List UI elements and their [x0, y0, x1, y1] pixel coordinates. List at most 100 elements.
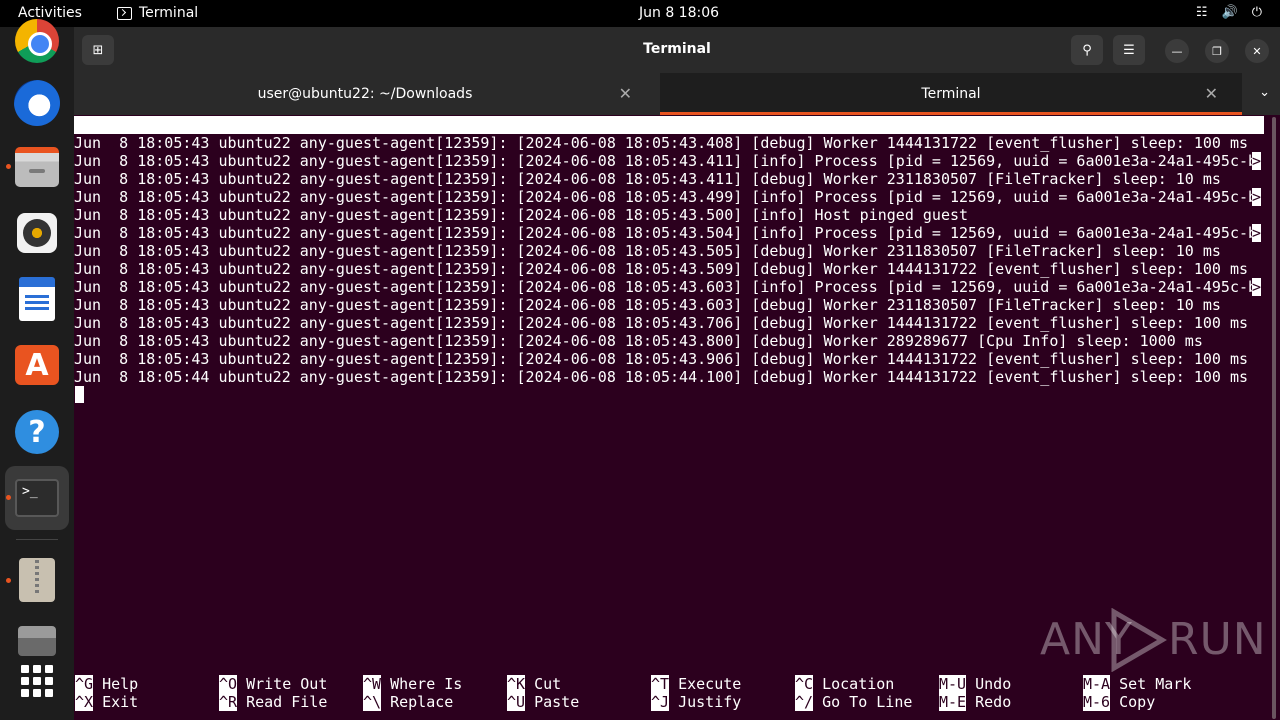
help-icon: ? [15, 410, 59, 454]
log-line-text: Jun 8 18:05:43 ubuntu22 any-guest-agent[… [74, 242, 1221, 260]
dock-item-help[interactable]: ? [13, 408, 61, 456]
title-bar: ⊞ Terminal ⚲ ☰ — ❐ ✕ [74, 27, 1280, 73]
log-line: Jun 8 18:05:43 ubuntu22 any-guest-agent[… [74, 188, 1264, 206]
log-line-text: Jun 8 18:05:43 ubuntu22 any-guest-agent[… [74, 206, 969, 224]
terminal-app-icon [117, 6, 132, 20]
dock-item-archive[interactable] [13, 556, 61, 604]
log-line: Jun 8 18:05:43 ubuntu22 any-guest-agent[… [74, 242, 1264, 260]
running-indicator [6, 164, 11, 169]
shortcut-item[interactable]: ^O Write Out [219, 675, 327, 693]
power-icon: ⏻ [1251, 5, 1262, 20]
dock-item-chrome[interactable] [13, 17, 61, 65]
play-logo-icon [1111, 608, 1167, 672]
shortcut-item[interactable]: ^X Exit [75, 693, 138, 711]
shortcut-item[interactable]: ^K Cut [507, 675, 561, 693]
close-icon: ✕ [1252, 44, 1262, 58]
shortcut-label: Redo [975, 693, 1012, 711]
log-content[interactable]: Jun 8 18:05:43 ubuntu22 any-guest-agent[… [74, 134, 1264, 386]
shortcut-label: Where Is [390, 675, 463, 693]
system-tray[interactable]: ☷ 🔊 ⏻ [1196, 5, 1262, 20]
volume-icon: 🔊 [1221, 5, 1238, 20]
shortcut-item[interactable]: ^\ Replace [363, 693, 453, 711]
dock-item-terminal[interactable]: >_ [13, 474, 61, 522]
line-overflow-marker: > [1251, 188, 1261, 206]
tab-label: user@ubuntu22: ~/Downloads [257, 86, 473, 102]
shortcut-label: Replace [390, 693, 454, 711]
log-line: Jun 8 18:05:43 ubuntu22 any-guest-agent[… [74, 170, 1264, 188]
app-menu[interactable]: Terminal [117, 5, 198, 21]
shortcut-item[interactable]: M-U Undo [939, 675, 1011, 693]
scrollbar[interactable] [1270, 117, 1278, 719]
log-line-text: Jun 8 18:05:43 ubuntu22 any-guest-agent[… [74, 296, 1221, 314]
dock-item-files[interactable] [13, 143, 61, 191]
shortcut-label: Cut [534, 675, 562, 693]
shortcut-item[interactable]: ^W Where Is [363, 675, 462, 693]
show-apps-button[interactable] [13, 657, 61, 705]
close-icon[interactable]: ✕ [619, 84, 632, 103]
shortcut-key: ^R [219, 693, 238, 711]
shortcut-item[interactable]: ^J Justify [651, 693, 741, 711]
maximize-button[interactable]: ❐ [1205, 39, 1229, 63]
shortcut-key: ^W [363, 675, 382, 693]
line-overflow-marker: > [1251, 224, 1261, 242]
tab-terminal[interactable]: Terminal ✕ [660, 73, 1242, 115]
log-line-text: Jun 8 18:05:43 ubuntu22 any-guest-agent[… [74, 152, 1258, 170]
menu-button[interactable]: ☰ [1113, 35, 1145, 65]
grid-icon [21, 665, 53, 697]
log-line-text: Jun 8 18:05:43 ubuntu22 any-guest-agent[… [74, 224, 1258, 242]
shortcut-item[interactable]: ^T Execute [651, 675, 741, 693]
shortcut-item[interactable]: ^/ Go To Line [795, 693, 912, 711]
top-bar: Activities Terminal Jun 8 18:06 ☷ 🔊 ⏻ [0, 0, 1280, 27]
chevron-down-icon[interactable]: ⌄ [1259, 85, 1270, 100]
log-line: Jun 8 18:05:43 ubuntu22 any-guest-agent[… [74, 260, 1264, 278]
dock-item-rhythmbox[interactable] [13, 209, 61, 257]
log-line-text: Jun 8 18:05:44 ubuntu22 any-guest-agent[… [74, 368, 1248, 386]
shortcut-label: Justify [678, 693, 742, 711]
dock-item-writer[interactable] [13, 275, 61, 323]
network-icon: ☷ [1195, 5, 1208, 20]
tab-downloads[interactable]: user@ubuntu22: ~/Downloads ✕ [74, 73, 656, 115]
log-line: Jun 8 18:05:43 ubuntu22 any-guest-agent[… [74, 296, 1264, 314]
log-line: Jun 8 18:05:43 ubuntu22 any-guest-agent[… [74, 332, 1264, 350]
clock[interactable]: Jun 8 18:06 [639, 5, 719, 21]
search-icon: ⚲ [1082, 42, 1092, 58]
log-line-text: Jun 8 18:05:43 ubuntu22 any-guest-agent[… [74, 332, 1203, 350]
disk-icon [18, 626, 56, 656]
dock-item-software[interactable]: A [13, 341, 61, 389]
dock: A ? >_ [0, 19, 74, 720]
thunderbird-icon [14, 80, 60, 126]
software-store-icon: A [15, 345, 59, 385]
shortcut-label: Set Mark [1119, 675, 1192, 693]
shortcut-label: Undo [975, 675, 1012, 693]
shortcut-item[interactable]: ^R Read File [219, 693, 327, 711]
dock-item-thunderbird[interactable] [13, 79, 61, 127]
dock-separator [16, 539, 58, 540]
shortcut-key: M-E [939, 693, 967, 711]
shortcut-key: ^\ [363, 693, 382, 711]
search-button[interactable]: ⚲ [1071, 35, 1103, 65]
anyrun-watermark: ANY RUN [1040, 608, 1266, 672]
shortcut-item[interactable]: ^G Help [75, 675, 138, 693]
shortcut-item[interactable]: M-E Redo [939, 693, 1011, 711]
close-icon[interactable]: ✕ [1205, 84, 1218, 103]
running-indicator [6, 495, 11, 500]
log-line-text: Jun 8 18:05:43 ubuntu22 any-guest-agent[… [74, 314, 1248, 332]
shortcut-item[interactable]: M-A Set Mark [1083, 675, 1191, 693]
tab-label: Terminal [921, 86, 981, 102]
terminal-icon: >_ [15, 479, 59, 517]
scrollbar-thumb[interactable] [1272, 117, 1276, 719]
close-button[interactable]: ✕ [1245, 39, 1269, 63]
line-overflow-marker: > [1251, 152, 1261, 170]
shortcut-label: Paste [534, 693, 580, 711]
shortcut-key: ^O [219, 675, 238, 693]
minimize-button[interactable]: — [1165, 39, 1189, 63]
shortcut-label: Read File [246, 693, 328, 711]
shortcut-item[interactable]: ^U Paste [507, 693, 579, 711]
log-line: Jun 8 18:05:43 ubuntu22 any-guest-agent[… [74, 350, 1264, 368]
shortcut-item[interactable]: ^C Location [795, 675, 894, 693]
text-cursor [75, 386, 84, 403]
running-indicator [6, 578, 11, 583]
log-line: Jun 8 18:05:43 ubuntu22 any-guest-agent[… [74, 314, 1264, 332]
shortcut-item[interactable]: M-6 Copy [1083, 693, 1155, 711]
minimize-icon: — [1171, 44, 1183, 58]
